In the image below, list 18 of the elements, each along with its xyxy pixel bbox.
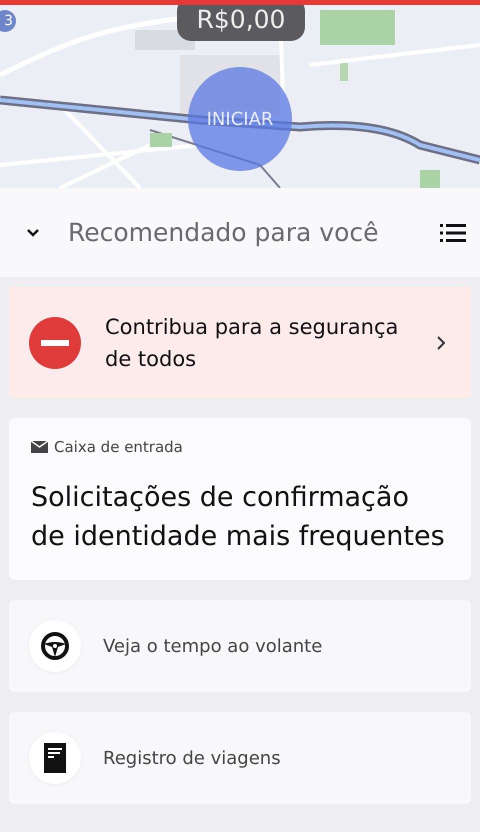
- envelope-icon: [31, 441, 48, 453]
- chevron-down-icon[interactable]: [26, 228, 40, 237]
- no-entry-icon: [29, 316, 81, 368]
- inbox-label: Caixa de entrada: [54, 438, 183, 456]
- safety-alert-card[interactable]: Contribua para a segurança de todos: [9, 287, 471, 398]
- recommendation-item[interactable]: Veja o tempo ao volante: [9, 600, 471, 692]
- document-icon: [44, 743, 66, 773]
- inbox-card[interactable]: Caixa de entrada Solicitações de confirmação de identidade mais frequentes: [9, 418, 471, 580]
- recommendation-item[interactable]: Registro de viagens: [9, 712, 471, 804]
- section-title: Recomendado para você: [68, 218, 380, 247]
- steering-wheel-icon: [40, 631, 70, 661]
- item-label: Registro de viagens: [103, 748, 281, 768]
- list-icon[interactable]: [440, 222, 466, 242]
- item-label: Veja o tempo ao volante: [103, 636, 322, 656]
- alert-text: Contribua para a segurança de todos: [105, 314, 400, 372]
- earnings-display[interactable]: R$0,00: [177, 5, 305, 41]
- chevron-right-icon: [437, 336, 445, 350]
- inbox-title: Solicitações de confirmação de identidade mais frequentes: [31, 481, 446, 554]
